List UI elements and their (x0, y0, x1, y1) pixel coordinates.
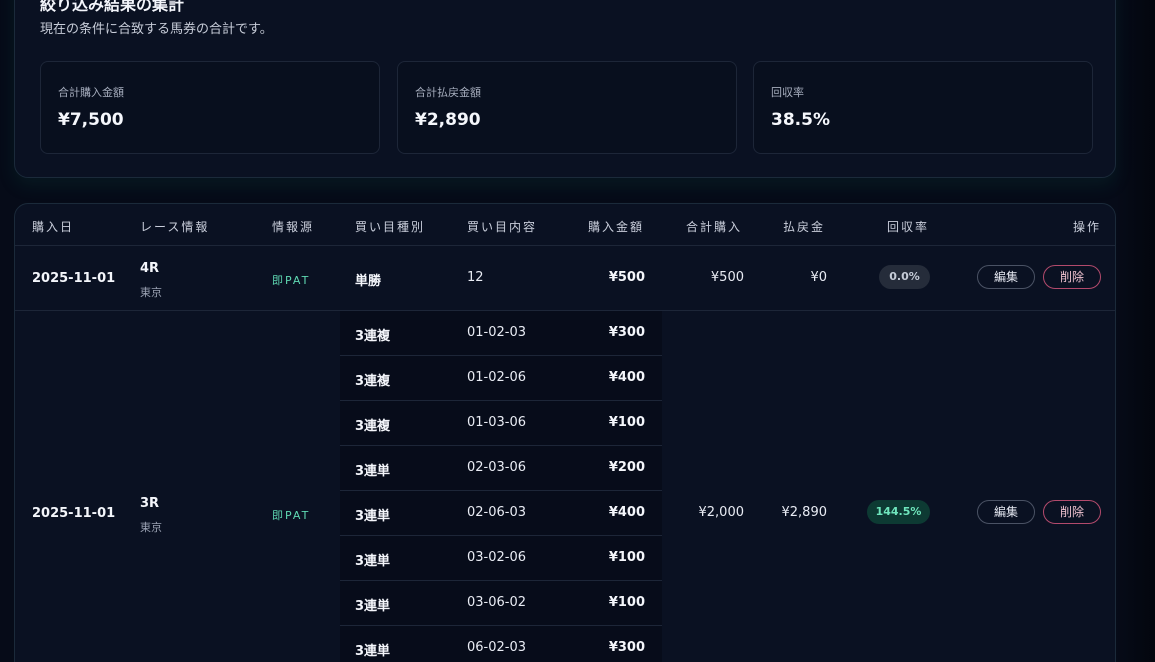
bet-type: 3連単 (355, 554, 391, 569)
edit-button[interactable]: 編集 (977, 265, 1035, 289)
header-race: レース情報 (140, 220, 210, 234)
source-label: 即PAT (272, 274, 311, 287)
bet-type: 3連単 (355, 644, 391, 659)
bet-content: 03-06-02 (467, 595, 527, 610)
header-date: 購入日 (32, 220, 75, 234)
header-amount: 購入金額 (588, 220, 645, 234)
bet-amount: ¥100 (608, 415, 645, 430)
header-payout: 払戻金 (783, 220, 826, 234)
edit-button[interactable]: 編集 (977, 500, 1035, 524)
bet-content: 02-06-03 (467, 505, 527, 520)
table-header: 購入日 レース情報 情報源 買い目種別 買い目内容 購入金額 合計購入 払戻金 … (15, 204, 1115, 246)
purchase-date: 2025-11-01 (32, 506, 116, 521)
bet-lines: 3連複 01-02-03 ¥300 3連複 01-02-06 ¥400 3連複 … (340, 311, 662, 662)
header-bet-content: 買い目内容 (467, 220, 538, 234)
delete-button[interactable]: 削除 (1043, 265, 1101, 289)
bet-amount: ¥500 (608, 270, 645, 285)
bet-amount: ¥300 (608, 325, 645, 340)
stat-value: 38.5% (771, 110, 830, 130)
bet-line-divider (340, 445, 662, 446)
stat-label: 合計払戻金額 (415, 86, 481, 99)
payout: ¥0 (810, 270, 827, 285)
window-edge-shade (1115, 0, 1155, 662)
stat-label: 合計購入金額 (58, 86, 124, 99)
header-total: 合計購入 (686, 220, 743, 234)
summary-subtitle: 現在の条件に合致する馬券の合計です。 (40, 22, 273, 37)
summary-card: 絞り込み結果の集計 現在の条件に合致する馬券の合計です。 合計購入金額 ¥7,5… (14, 0, 1116, 178)
bet-content: 01-03-06 (467, 415, 527, 430)
return-rate-badge: 0.0% (879, 265, 930, 289)
bet-line-divider (340, 400, 662, 401)
bet-amount: ¥300 (608, 640, 645, 655)
bet-content: 01-02-06 (467, 370, 527, 385)
total-purchase: ¥500 (710, 270, 744, 285)
bet-line-divider (340, 625, 662, 626)
bet-content: 03-02-06 (467, 550, 527, 565)
stat-return-rate: 回収率 38.5% (753, 61, 1093, 154)
bet-type: 3連複 (355, 374, 391, 389)
stat-total-payout: 合計払戻金額 ¥2,890 (397, 61, 737, 154)
header-source: 情報源 (272, 220, 315, 234)
header-rate: 回収率 (887, 220, 930, 234)
header-actions: 操作 (1073, 220, 1102, 234)
bet-amount: ¥100 (608, 595, 645, 610)
stat-value: ¥7,500 (58, 110, 124, 130)
delete-button[interactable]: 削除 (1043, 500, 1101, 524)
bet-content: 02-03-06 (467, 460, 527, 475)
stat-value: ¥2,890 (415, 110, 481, 130)
header-bet-type: 買い目種別 (355, 220, 426, 234)
bets-table: 購入日 レース情報 情報源 買い目種別 買い目内容 購入金額 合計購入 払戻金 … (14, 203, 1116, 662)
summary-title: 絞り込み結果の集計 (40, 0, 185, 14)
bet-type: 3連複 (355, 419, 391, 434)
race-number: 3R (140, 496, 160, 511)
bet-content: 12 (467, 270, 484, 285)
bet-line-divider (340, 355, 662, 356)
bet-type: 単勝 (355, 274, 382, 289)
return-rate-badge: 144.5% (867, 500, 930, 524)
bet-content: 01-02-03 (467, 325, 527, 340)
bet-type: 3連単 (355, 509, 391, 524)
stat-total-purchase: 合計購入金額 ¥7,500 (40, 61, 380, 154)
total-purchase: ¥2,000 (698, 505, 745, 520)
bet-type: 3連単 (355, 464, 391, 479)
bet-line-divider (340, 580, 662, 581)
payout: ¥2,890 (781, 505, 828, 520)
bet-amount: ¥100 (608, 550, 645, 565)
bet-content: 06-02-03 (467, 640, 527, 655)
bet-amount: ¥200 (608, 460, 645, 475)
bet-type: 3連複 (355, 329, 391, 344)
purchase-date: 2025-11-01 (32, 271, 116, 286)
source-label: 即PAT (272, 509, 311, 522)
bet-amount: ¥400 (608, 370, 645, 385)
race-number: 4R (140, 261, 160, 276)
page: 絞り込み結果の集計 現在の条件に合致する馬券の合計です。 合計購入金額 ¥7,5… (0, 0, 1155, 662)
bet-line-divider (340, 535, 662, 536)
bet-amount: ¥400 (608, 505, 645, 520)
stat-label: 回収率 (771, 86, 804, 99)
bet-type: 3連単 (355, 599, 391, 614)
race-venue: 東京 (140, 521, 162, 534)
race-venue: 東京 (140, 286, 162, 299)
bet-line-divider (340, 490, 662, 491)
